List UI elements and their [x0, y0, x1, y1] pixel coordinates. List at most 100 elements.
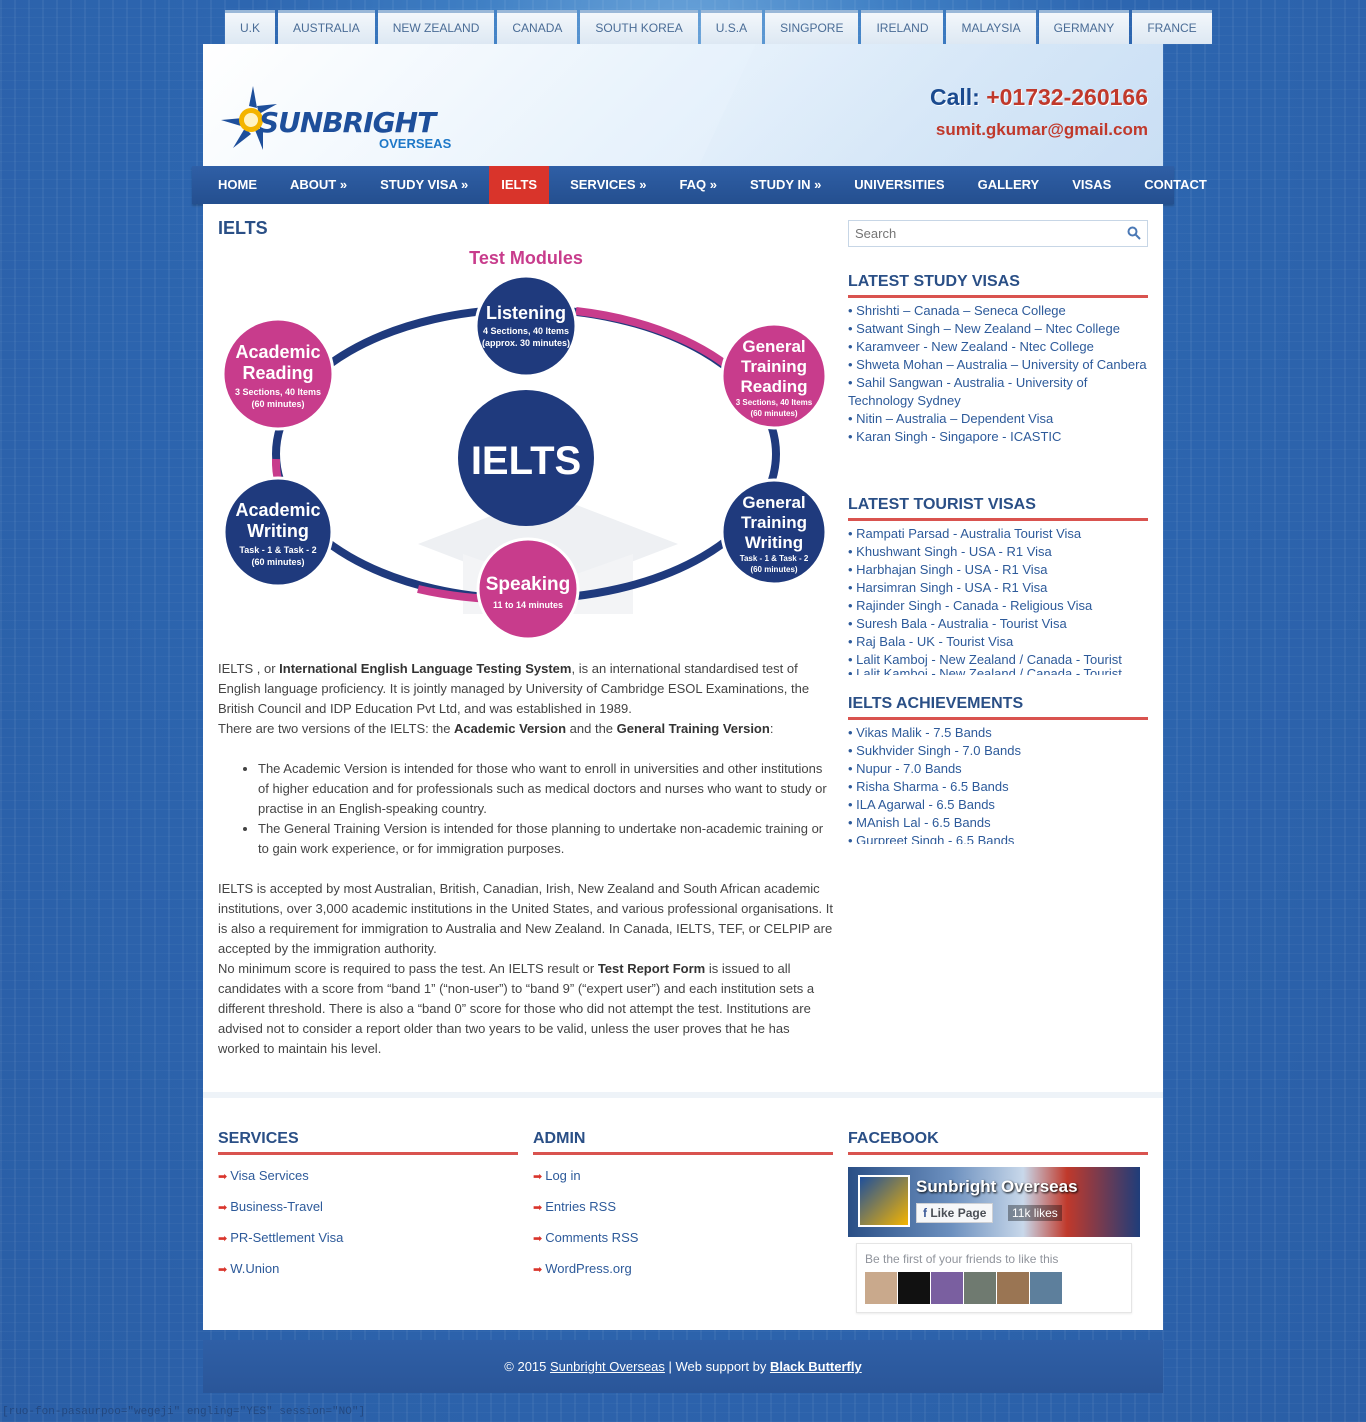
arrow-right-icon: ➡ — [533, 1171, 543, 1183]
country-tab-uk[interactable]: U.K — [225, 10, 276, 44]
friend-avatar[interactable] — [964, 1272, 996, 1304]
list-item[interactable]: Harbhajan Singh - USA - R1 Visa — [848, 561, 1148, 579]
nav-visas[interactable]: VISAS — [1060, 166, 1123, 204]
friend-avatar[interactable] — [1030, 1272, 1062, 1304]
list-item[interactable]: Shrishti – Canada – Seneca College — [848, 302, 1148, 320]
main-navigation: HOME ABOUT » STUDY VISA » IELTS SERVICES… — [192, 166, 1207, 204]
nav-faq[interactable]: FAQ » — [667, 166, 729, 204]
nav-contact[interactable]: CONTACT — [1132, 166, 1219, 204]
link-label: Comments RSS — [545, 1230, 639, 1245]
site-logo[interactable]: SUNBRIGHT OVERSEAS — [219, 84, 459, 154]
call-info: Call: +01732-260166 — [930, 84, 1148, 111]
bold-term: Test Report Form — [597, 961, 706, 976]
bold-term: General Training Version — [616, 721, 770, 736]
nav-study-in[interactable]: STUDY IN » — [738, 166, 833, 204]
footer-link-wordpress[interactable]: ➡ WordPress.org — [533, 1260, 833, 1279]
country-tab-australia[interactable]: AUSTRALIA — [278, 10, 375, 44]
list-item[interactable]: ILA Agarwal - 6.5 Bands — [848, 796, 1148, 814]
footer-link-w-union[interactable]: ➡ W.Union — [218, 1260, 518, 1279]
nav-study-visa[interactable]: STUDY VISA » — [368, 166, 480, 204]
country-tab-germany[interactable]: GERMANY — [1038, 10, 1130, 44]
general-reading-line1: 3 Sections, 40 Items — [736, 398, 813, 407]
country-tab-singpore[interactable]: SINGPORE — [765, 10, 859, 44]
list-item[interactable]: Harsimran Singh - USA - R1 Visa — [848, 579, 1148, 597]
listening-line2: (approx. 30 minutes) — [482, 338, 570, 348]
nav-universities[interactable]: UNIVERSITIES — [842, 166, 956, 204]
nav-services[interactable]: SERVICES » — [558, 166, 658, 204]
country-tab-ireland[interactable]: IRELAND — [861, 10, 944, 44]
search-icon[interactable] — [1127, 226, 1141, 240]
listening-title: Listening — [486, 303, 566, 323]
facebook-cover[interactable]: Sunbright Overseas f Like Page 11k likes — [848, 1167, 1140, 1237]
facebook-avatar[interactable] — [858, 1175, 910, 1227]
phone-number[interactable]: +01732-260166 — [986, 84, 1148, 110]
friend-avatar[interactable] — [898, 1272, 930, 1304]
list-item[interactable]: Vikas Malik - 7.5 Bands — [848, 724, 1148, 742]
site-header: SUNBRIGHT OVERSEAS Call: +01732-260166 s… — [203, 44, 1163, 166]
link-label: WordPress.org — [545, 1261, 632, 1276]
country-tab-new-zealand[interactable]: NEW ZEALAND — [377, 10, 495, 44]
article-paragraph: IELTS , or International English Languag… — [218, 659, 833, 739]
list-item[interactable]: MAnish Lal - 6.5 Bands — [848, 814, 1148, 832]
list-item[interactable]: Karan Singh - Singapore - ICASTIC — [848, 428, 1148, 446]
footer-link-login[interactable]: ➡ Log in — [533, 1167, 833, 1186]
list-item[interactable]: Khushwant Singh - USA - R1 Visa — [848, 543, 1148, 561]
facebook-page-name[interactable]: Sunbright Overseas — [916, 1177, 1078, 1197]
list-item[interactable]: Sahil Sangwan - Australia - University o… — [848, 374, 1148, 410]
link-label: W.Union — [230, 1261, 280, 1276]
site-link[interactable]: Sunbright Overseas — [550, 1359, 665, 1374]
country-tab-malaysia[interactable]: MALAYSIA — [946, 10, 1036, 44]
nav-gallery[interactable]: GALLERY — [966, 166, 1052, 204]
arrow-right-icon: ➡ — [218, 1233, 228, 1245]
list-item[interactable]: Nitin – Australia – Dependent Visa — [848, 410, 1148, 428]
footer-link-visa-services[interactable]: ➡ Visa Services — [218, 1167, 518, 1186]
general-writing-title2: Training — [741, 513, 807, 532]
copyright-text: © 2015 — [504, 1359, 551, 1374]
article-body: IELTS , or International English Languag… — [218, 659, 833, 1059]
footer-link-business-travel[interactable]: ➡ Business-Travel — [218, 1198, 518, 1217]
list-item[interactable]: Lalit Kamboj - New Zealand / Canada - To… — [848, 665, 1148, 675]
country-tab-france[interactable]: FRANCE — [1132, 10, 1212, 44]
list-item[interactable]: Sukhvider Singh - 7.0 Bands — [848, 742, 1148, 760]
country-tab-south-korea[interactable]: SOUTH KOREA — [580, 10, 698, 44]
facebook-like-count: 11k likes — [1008, 1205, 1062, 1221]
nav-home[interactable]: HOME — [206, 166, 269, 204]
list-item[interactable]: Gurpreet Singh - 6.5 Bands — [848, 832, 1148, 844]
separator-text: | Web support by — [664, 1359, 770, 1374]
list-item[interactable]: Risha Sharma - 6.5 Bands — [848, 778, 1148, 796]
link-label: PR-Settlement Visa — [230, 1230, 344, 1245]
list-item[interactable]: Suresh Bala - Australia - Tourist Visa — [848, 615, 1148, 633]
footer-link-entries-rss[interactable]: ➡ Entries RSS — [533, 1198, 833, 1217]
arrow-right-icon: ➡ — [218, 1264, 228, 1276]
list-item[interactable]: Rampati Parsad - Australia Tourist Visa — [848, 525, 1148, 543]
search-box — [848, 220, 1148, 247]
facebook-friends-box: Be the first of your friends to like thi… — [856, 1243, 1132, 1313]
sidebar: LATEST STUDY VISAS Shrishti – Canada – S… — [848, 220, 1148, 844]
list-item[interactable]: Shweta Mohan – Australia – University of… — [848, 356, 1148, 374]
nav-about[interactable]: ABOUT » — [278, 166, 359, 204]
footer-link-comments-rss[interactable]: ➡ Comments RSS — [533, 1229, 833, 1248]
nav-ielts[interactable]: IELTS — [489, 166, 550, 204]
general-reading-title3: Reading — [740, 377, 807, 396]
facebook-like-button[interactable]: f Like Page — [916, 1203, 994, 1223]
footer-link-pr-settlement[interactable]: ➡ PR-Settlement Visa — [218, 1229, 518, 1248]
academic-writing-title1: Academic — [235, 500, 320, 520]
header-email[interactable]: sumit.gkumar@gmail.com — [936, 120, 1148, 140]
list-item[interactable]: Karamveer - New Zealand - Ntec College — [848, 338, 1148, 356]
academic-reading-line1: 3 Sections, 40 Items — [235, 387, 321, 397]
support-link[interactable]: Black Butterfly — [770, 1359, 862, 1374]
search-input[interactable] — [849, 221, 1119, 246]
article-paragraph: IELTS is accepted by most Australian, Br… — [218, 879, 833, 1059]
friend-avatar[interactable] — [997, 1272, 1029, 1304]
list-item[interactable]: Rajinder Singh - Canada - Religious Visa — [848, 597, 1148, 615]
country-tab-canada[interactable]: CANADA — [497, 10, 578, 44]
friend-avatar[interactable] — [931, 1272, 963, 1304]
diagram-heading: Test Modules — [469, 248, 583, 268]
list-item[interactable]: Nupur - 7.0 Bands — [848, 760, 1148, 778]
main-content: IELTS Test Modules IELTS Listening 4 Sec… — [203, 204, 1163, 1092]
country-tab-usa[interactable]: U.S.A — [700, 10, 763, 44]
list-item[interactable]: Raj Bala - UK - Tourist Visa — [848, 633, 1148, 651]
friend-avatar[interactable] — [865, 1272, 897, 1304]
list-item[interactable]: Satwant Singh – New Zealand – Ntec Colle… — [848, 320, 1148, 338]
bold-term: Academic Version — [454, 721, 567, 736]
